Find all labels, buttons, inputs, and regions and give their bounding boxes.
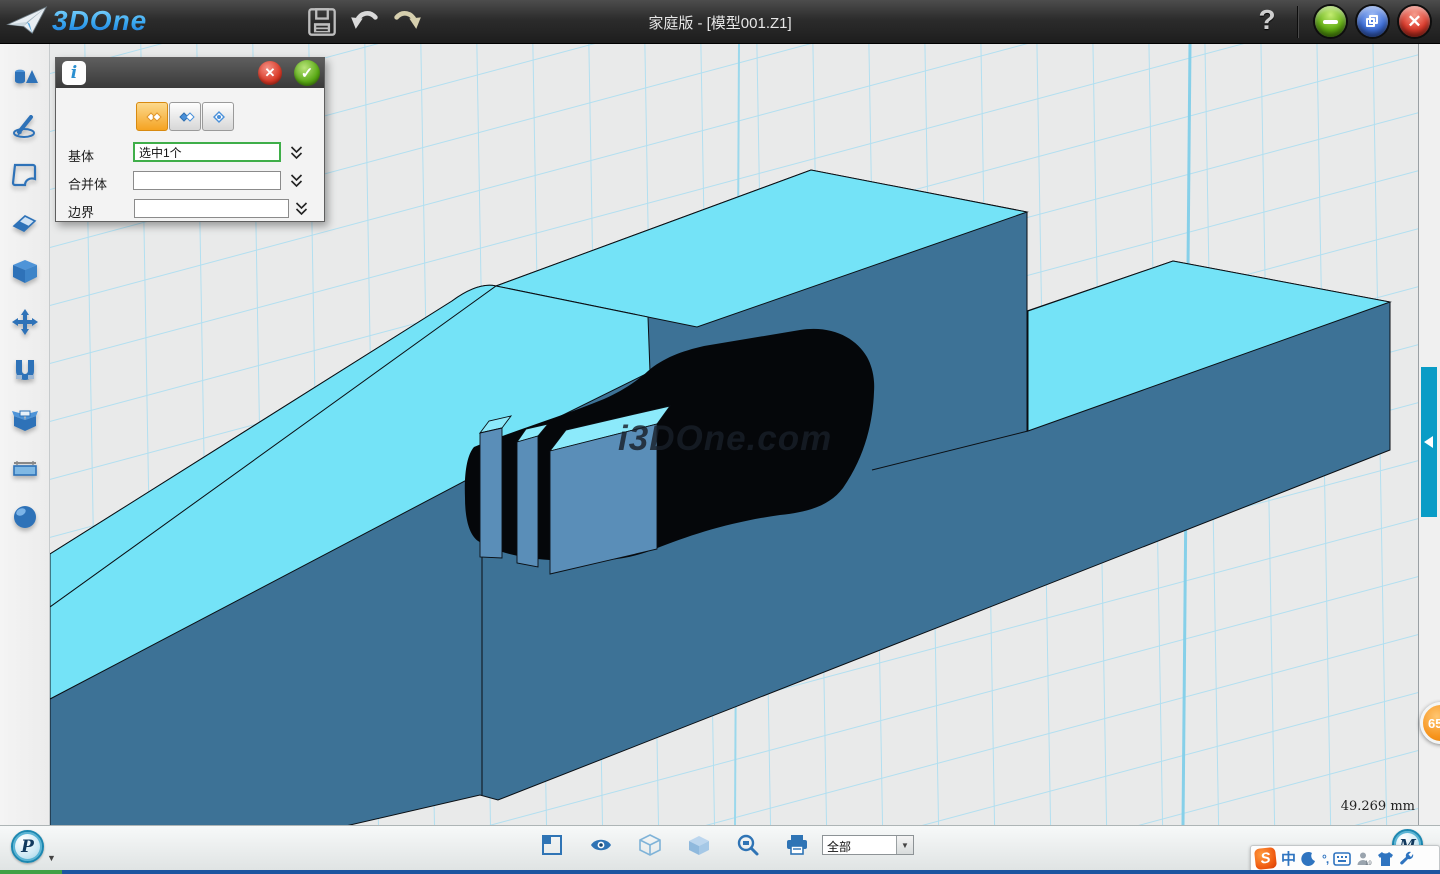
merge-field-label: 合并体 — [68, 174, 107, 193]
restore-icon — [1366, 15, 1379, 28]
mode-subtract-button[interactable] — [169, 102, 201, 131]
app-window: 3DOne 家庭版 - [模型001.Z1] ? ✕ — [0, 0, 1440, 874]
boundary-expand-chevron-icon[interactable] — [294, 201, 309, 217]
minimize-button[interactable] — [1315, 6, 1346, 37]
measure-icon[interactable] — [11, 454, 39, 482]
merge-field-input[interactable] — [133, 171, 281, 190]
merge-expand-chevron-icon[interactable] — [289, 173, 304, 189]
view-pane-icon[interactable] — [540, 833, 564, 857]
ime-settings-wrench-icon[interactable] — [1399, 851, 1415, 867]
constraint-magnet-icon[interactable] — [11, 357, 39, 385]
help-button[interactable]: ? — [1252, 4, 1282, 36]
filter-value: 全部 — [823, 836, 896, 854]
sketch-plane-icon[interactable] — [11, 160, 39, 188]
boundary-field-label: 边界 — [68, 202, 94, 221]
model-fin-2 — [517, 436, 538, 567]
display-filter-dropdown[interactable]: 全部 ▼ — [822, 835, 914, 855]
restore-button[interactable] — [1357, 6, 1388, 37]
taskbar-strip — [0, 870, 1440, 874]
boolean-mode-tabs — [136, 102, 234, 131]
mode-intersect-button[interactable] — [202, 102, 234, 131]
model-fin-1 — [480, 428, 502, 558]
ime-toolbar: S 中 °, 19 — [1250, 845, 1440, 872]
minimize-icon — [1323, 20, 1338, 24]
mode-add-button[interactable] — [136, 102, 168, 131]
print-icon[interactable] — [785, 833, 809, 857]
base-field-input[interactable] — [133, 142, 281, 162]
close-icon: ✕ — [1407, 13, 1421, 30]
basic-solids-icon[interactable] — [11, 64, 39, 92]
titlebar-divider — [1297, 6, 1298, 38]
move-transform-icon[interactable] — [11, 308, 39, 336]
ime-punctuation-toggle[interactable]: °, — [1322, 852, 1328, 866]
wireframe-cube-icon[interactable] — [638, 833, 662, 857]
properties-badge[interactable]: P — [11, 830, 44, 863]
add-diamonds-icon — [141, 109, 163, 125]
trim-eraser-icon[interactable] — [11, 209, 39, 237]
base-field-label: 基体 — [68, 146, 94, 165]
subtract-diamonds-icon — [174, 109, 196, 125]
watermark: i3DOne.com — [618, 419, 832, 458]
title-bar: 3DOne 家庭版 - [模型001.Z1] ? ✕ — [0, 0, 1440, 44]
document-title: 家庭版 - [模型001.Z1] — [0, 12, 1440, 33]
chevron-left-icon — [1423, 436, 1435, 448]
dialog-cancel-button[interactable]: ✕ — [258, 61, 282, 85]
ime-skin-tshirt-icon[interactable] — [1377, 851, 1394, 867]
left-toolbar — [0, 44, 50, 825]
bottom-bar: P ▼ — [0, 825, 1440, 870]
ime-person-icon[interactable]: 19 — [1356, 851, 1372, 867]
dialog-header: i ✕ ✓ — [56, 58, 324, 88]
zoom-search-icon[interactable] — [736, 833, 760, 857]
visibility-eye-icon[interactable] — [589, 833, 613, 857]
panel-flyout-tab[interactable] — [1421, 367, 1437, 517]
ime-person-badge: 19 — [1365, 861, 1372, 867]
ime-moon-icon[interactable] — [1301, 851, 1317, 867]
info-icon: i — [62, 61, 86, 85]
boundary-field-input[interactable] — [134, 199, 289, 218]
badge-caret-icon[interactable]: ▼ — [47, 853, 56, 863]
assembly-box-icon[interactable] — [11, 406, 39, 434]
ime-language-toggle[interactable]: 中 — [1281, 848, 1296, 869]
base-expand-chevron-icon[interactable] — [289, 145, 304, 161]
ime-logo[interactable]: S — [1254, 847, 1277, 870]
render-sphere-icon[interactable] — [11, 503, 39, 531]
dialog-confirm-button[interactable]: ✓ — [294, 60, 320, 86]
combine-dialog: i ✕ ✓ — [55, 57, 325, 222]
ime-keyboard-icon[interactable] — [1333, 852, 1351, 866]
measurement-readout: 49.269 mm — [1305, 799, 1415, 814]
close-button[interactable]: ✕ — [1399, 6, 1430, 37]
sketch-icon[interactable] — [11, 112, 39, 140]
shaded-cube-icon[interactable] — [687, 833, 711, 857]
intersect-diamond-icon — [207, 109, 229, 125]
dropdown-arrow-icon[interactable]: ▼ — [896, 836, 913, 854]
feature-cube-icon[interactable] — [11, 258, 39, 286]
